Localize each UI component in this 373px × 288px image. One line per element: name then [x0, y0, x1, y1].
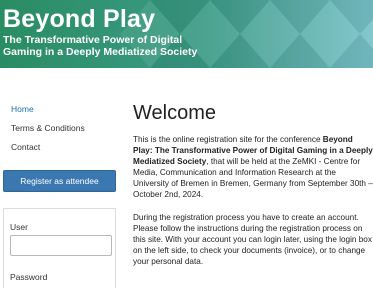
- site-title: Beyond Play: [3, 5, 156, 33]
- site-subtitle-line-2: Gaming in a Deeply Mediatized Society: [3, 46, 198, 58]
- intro-paragraph: This is the online registration site for…: [133, 134, 373, 200]
- site-subtitle-line-1: The Transformative Power of Digital: [3, 34, 183, 46]
- password-label: Password: [10, 272, 48, 282]
- nav-contact-link[interactable]: Contact: [3, 142, 116, 161]
- login-box: User Password: [3, 208, 116, 288]
- header-banner: Beyond Play The Transformative Power of …: [0, 0, 373, 68]
- nav-home-link[interactable]: Home: [3, 104, 116, 123]
- instructions-paragraph: During the registration process you have…: [133, 213, 372, 266]
- register-attendee-button[interactable]: Register as attendee: [3, 170, 116, 192]
- user-label: User: [10, 222, 28, 232]
- main-content: Welcome This is the online registration …: [133, 101, 373, 266]
- sidebar: Home Terms & Conditions Contact Register…: [3, 104, 116, 288]
- page-title: Welcome: [133, 102, 216, 124]
- site-subtitle: The Transformative Power of Digital Gami…: [3, 34, 213, 58]
- intro-text-start: This is the online registration site for…: [133, 135, 323, 144]
- user-input[interactable]: [10, 235, 112, 256]
- nav-terms-link[interactable]: Terms & Conditions: [3, 123, 116, 142]
